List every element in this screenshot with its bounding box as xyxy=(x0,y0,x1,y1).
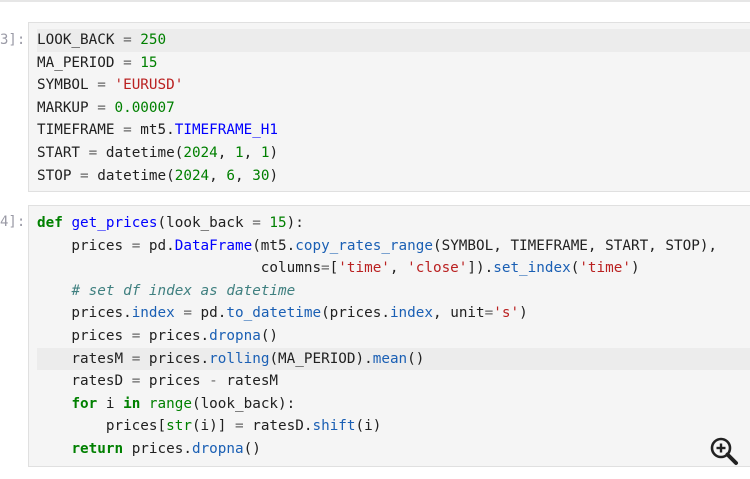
code-line: for i in range(look_back): xyxy=(71,395,296,412)
code-line: MARKUP = 0.00007 xyxy=(37,99,175,116)
code-line: ratesM = prices.rolling(MA_PERIOD).mean(… xyxy=(37,347,750,371)
cell-prompt: 3]: xyxy=(0,32,26,48)
code-lines: LOOK_BACK = 250 MA_PERIOD = 15 SYMBOL = … xyxy=(37,29,750,187)
code-cell-constants[interactable]: LOOK_BACK = 250 MA_PERIOD = 15 SYMBOL = … xyxy=(28,22,750,192)
code-line: LOOK_BACK = 250 xyxy=(37,29,750,52)
top-divider xyxy=(0,0,750,2)
code-line: MA_PERIOD = 15 xyxy=(37,54,158,71)
zoom-in-icon[interactable] xyxy=(709,436,739,466)
code-line: START = datetime(2024, 1, 1) xyxy=(37,144,279,161)
code-cell-get-prices[interactable]: def get_prices(look_back = 15): prices =… xyxy=(28,205,750,467)
code-line: def get_prices(look_back = 15): xyxy=(37,215,304,231)
code-line: prices.index = pd.to_datetime(prices.ind… xyxy=(37,305,528,322)
code-line: prices[str(i)] = ratesD.shift(i) xyxy=(37,418,382,435)
code-line: STOP = datetime(2024, 6, 30) xyxy=(37,167,279,184)
cell-prompt: 4]: xyxy=(0,214,26,230)
code-line: return prices.dropna() xyxy=(71,440,261,457)
code-line: TIMEFRAME = mt5.TIMEFRAME_H1 xyxy=(37,122,279,139)
code-line: SYMBOL = 'EURUSD' xyxy=(37,77,184,94)
code-line: ratesD = prices - ratesM xyxy=(37,373,279,390)
code-lines: def get_prices(look_back = 15): prices =… xyxy=(37,212,750,461)
code-line: # set df index as datetime xyxy=(71,282,296,299)
code-line: columns=['time', 'close']).set_index('ti… xyxy=(37,260,640,277)
code-line: prices = prices.dropna() xyxy=(37,327,279,344)
code-line: prices = pd.DataFrame(mt5.copy_rates_ran… xyxy=(37,237,718,254)
